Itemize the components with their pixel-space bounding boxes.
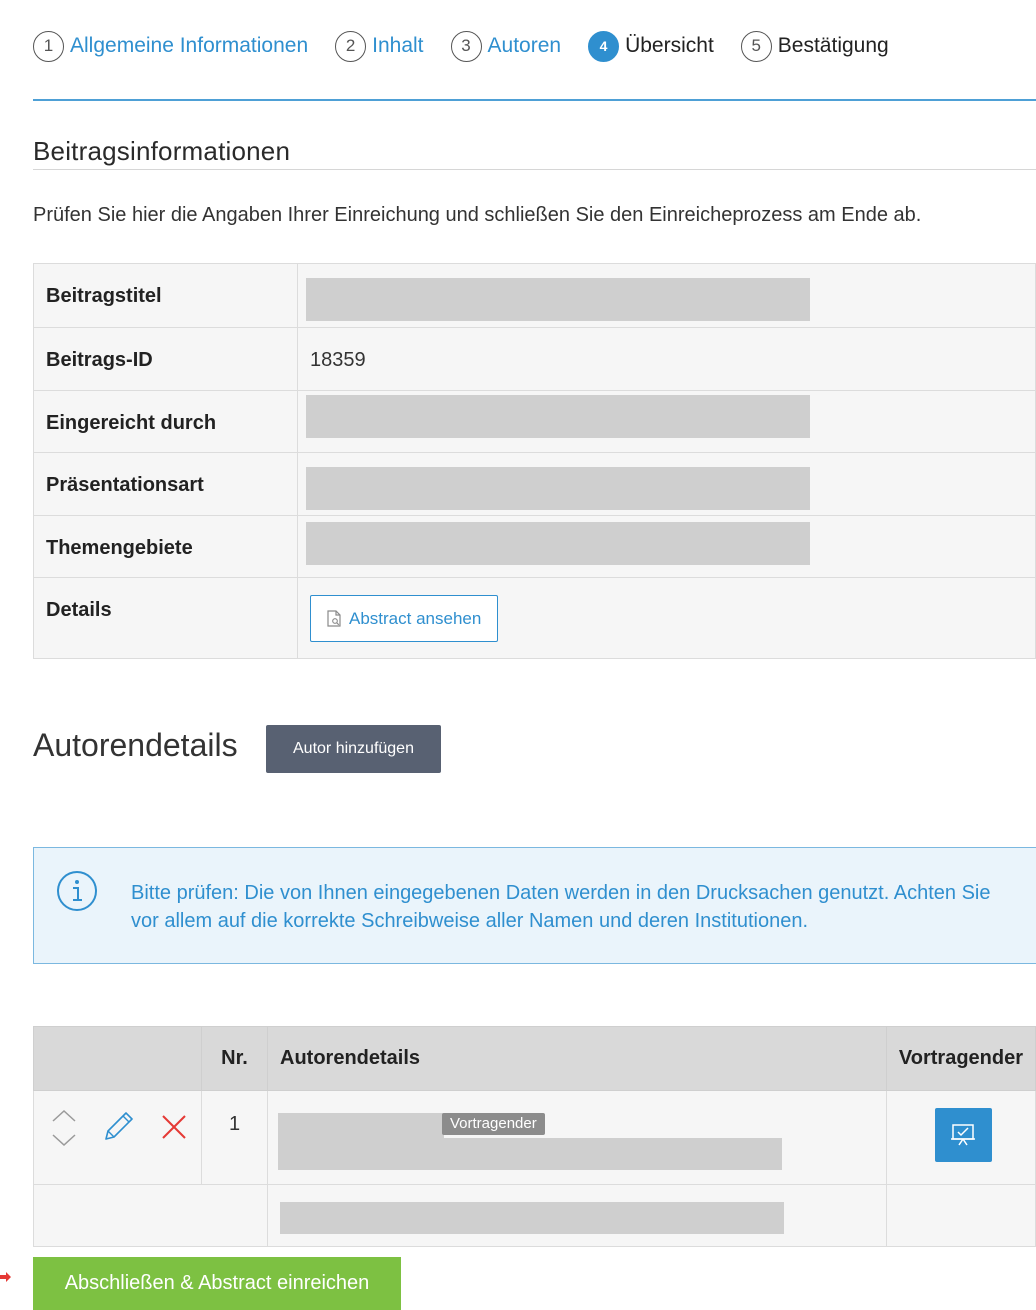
edit-pencil-icon[interactable]: [100, 1109, 136, 1145]
step-uebersicht: 4 Übersicht: [588, 30, 714, 62]
submission-info-table: Beitragstitel Beitrags-ID 18359 Eingerei…: [33, 263, 1036, 659]
view-abstract-label: Abstract ansehen: [349, 608, 482, 628]
info-value-presentation-type: [297, 452, 1036, 516]
step-allgemeine-informationen[interactable]: 1 Allgemeine Informationen: [33, 30, 309, 62]
info-label: Eingereicht durch: [33, 390, 298, 453]
redacted-value: [306, 395, 810, 438]
delete-x-icon[interactable]: [160, 1113, 188, 1141]
info-circle-icon: [57, 871, 97, 911]
info-row-submitted-by: Eingereicht durch: [33, 390, 1036, 453]
section-divider: [33, 169, 1036, 170]
redacted-author-institution: [278, 1138, 782, 1170]
info-value-submitted-by: [297, 390, 1036, 453]
info-label: Beitragstitel: [33, 263, 298, 328]
redacted-value: [306, 467, 810, 510]
view-abstract-button[interactable]: Abstract ansehen: [310, 595, 499, 642]
info-row-title: Beitragstitel: [33, 263, 1036, 328]
row-empty-cell: [33, 1184, 268, 1247]
presenter-badge: Vortragender: [442, 1113, 545, 1135]
step-number: 2: [335, 30, 367, 62]
author-details-cell: Vortragender: [267, 1090, 887, 1185]
submit-abstract-button[interactable]: Abschließen & Abstract einreichen: [33, 1257, 401, 1310]
info-value-topics: [297, 515, 1036, 578]
document-search-icon: [327, 610, 341, 627]
presenter-toggle-button[interactable]: [934, 1108, 992, 1162]
section-title: Beitragsinformationen: [33, 136, 291, 166]
step-inhalt[interactable]: 2 Inhalt: [335, 30, 424, 62]
step-number: 4: [588, 30, 620, 62]
redacted-value: [306, 522, 810, 565]
row-actions: [33, 1090, 202, 1185]
info-value-details: Abstract ansehen: [297, 577, 1036, 659]
header-nr: Nr.: [201, 1026, 268, 1091]
arrow-pointer-icon: [0, 1272, 11, 1282]
author-table: Nr. Autorendetails Vortragender 1 Vortra…: [33, 1026, 1036, 1247]
presenter-cell: [885, 1090, 1036, 1185]
step-autoren[interactable]: 3 Autoren: [450, 30, 562, 62]
step-label: Bestätigung: [777, 34, 889, 57]
info-value-title: [297, 263, 1036, 328]
info-row-id: Beitrags-ID 18359: [33, 327, 1036, 391]
step-label: Allgemeine Informationen: [70, 34, 309, 57]
progress-stepper: 1 Allgemeine Informationen 2 Inhalt 3 Au…: [33, 28, 916, 64]
redacted-value: [306, 278, 810, 321]
info-value-id: 18359: [297, 327, 1036, 391]
authors-title: Autorendetails: [33, 727, 238, 763]
table-row: 1 Vortragender: [33, 1090, 1036, 1185]
header-author-details: Autorendetails: [267, 1026, 887, 1091]
step-label: Übersicht: [625, 34, 714, 57]
step-label: Inhalt: [372, 34, 424, 57]
step-number: 3: [450, 30, 482, 62]
stepper-divider: [33, 99, 1036, 101]
info-label: Details: [33, 577, 298, 659]
info-label: Themengebiete: [33, 515, 298, 578]
info-row-presentation-type: Präsentationsart: [33, 452, 1036, 516]
reorder-icon[interactable]: [50, 1107, 78, 1149]
presenter-cell: [885, 1184, 1036, 1247]
step-bestaetigung: 5 Bestätigung: [740, 30, 889, 62]
info-label: Beitrags-ID: [33, 327, 298, 391]
alert-text: Bitte prüfen: Die von Ihnen eingegebenen…: [131, 882, 991, 932]
header-actions: [33, 1026, 202, 1091]
info-row-topics: Themengebiete: [33, 515, 1036, 578]
step-number: 1: [33, 30, 64, 62]
info-alert: Bitte prüfen: Die von Ihnen eingegebenen…: [33, 847, 1036, 964]
info-row-details: Details Abstract ansehen: [33, 577, 1036, 659]
author-details-cell: [267, 1184, 887, 1247]
redacted-author-extra: [280, 1202, 784, 1234]
info-label: Präsentationsart: [33, 452, 298, 516]
author-nr: 1: [201, 1090, 268, 1185]
intro-text: Prüfen Sie hier die Angaben Ihrer Einrei…: [33, 204, 922, 226]
add-author-button[interactable]: Autor hinzufügen: [266, 725, 441, 773]
redacted-author-name: [278, 1113, 444, 1141]
header-presenter: Vortragender: [885, 1026, 1036, 1091]
presenter-board-icon: [951, 1124, 976, 1146]
step-number: 5: [740, 30, 772, 62]
table-row: [33, 1184, 1036, 1247]
author-table-header: Nr. Autorendetails Vortragender: [33, 1026, 1036, 1091]
step-label: Autoren: [487, 34, 562, 57]
